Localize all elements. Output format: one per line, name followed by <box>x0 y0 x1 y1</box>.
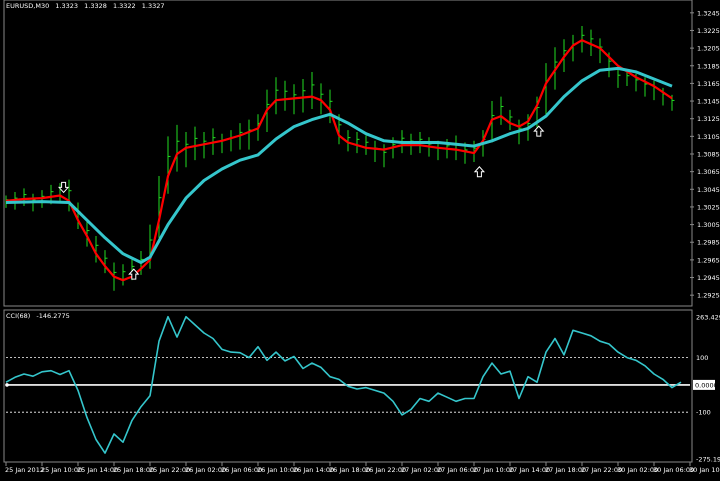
price-axis-label: 1.3045 <box>697 186 720 194</box>
cci-axis-label: 263.429 <box>696 314 720 322</box>
time-axis-label: 25 Jan 2012 <box>5 466 44 474</box>
cci-axis-label: -275.197 <box>696 456 720 464</box>
time-axis-label: 27 Jan 14:00 <box>509 466 550 474</box>
trading-chart: 1.3245 1.3225 1.3205 1.3185 1.3165 1.3145 1.31… <box>0 0 720 477</box>
price-axis-label: 1.3085 <box>697 151 720 159</box>
time-axis-label: 27 Jan 10:00 <box>473 466 514 474</box>
price-axis-label: 1.3025 <box>697 203 720 211</box>
quote-close: 1.3327 <box>141 2 165 10</box>
time-axis-label: 25 Jan 22:00 <box>149 466 190 474</box>
time-axis-label: 27 Jan 06:00 <box>437 466 478 474</box>
time-axis-label: 25 Jan 10:00 <box>41 466 82 474</box>
price-axis-label: 1.2925 <box>697 292 720 300</box>
quote-open: 1.3323 <box>55 2 79 10</box>
cci-indicator-label: CCI(68) <box>6 312 31 320</box>
price-axis-label: 1.2965 <box>697 256 720 264</box>
time-axis-label: 26 Jan 02:00 <box>185 466 226 474</box>
time-axis-label: 27 Jan 22:00 <box>581 466 622 474</box>
signal-arrow-up-icon <box>533 125 545 137</box>
signal-arrow-up-icon <box>473 166 486 178</box>
price-axis-label: 1.3185 <box>697 62 720 70</box>
time-axis-label: 26 Jan 22:00 <box>365 466 406 474</box>
cci-axis-label: -100 <box>696 409 711 417</box>
time-axis-label: 30 Jan 06:00 <box>653 466 694 474</box>
cci-indicator-value: -146.2775 <box>36 312 70 320</box>
price-axis-label: 1.3165 <box>697 80 720 88</box>
time-axis-label: 30 Jan 02:00 <box>617 466 658 474</box>
price-axis-label: 1.3105 <box>697 133 720 141</box>
symbol-label: EURUSD,M30 <box>6 2 50 10</box>
price-axis-label: 1.3205 <box>697 45 720 53</box>
price-axis-label: 1.3065 <box>697 168 720 176</box>
time-axis-label: 27 Jan 18:00 <box>545 466 586 474</box>
price-axis-label: 1.3005 <box>697 221 720 229</box>
cci-zero-marker <box>5 383 9 387</box>
time-axis-label: 30 Jan 10:00 <box>689 466 720 474</box>
time-axis-label: 25 Jan 14:00 <box>77 466 118 474</box>
price-axis-label: 1.3145 <box>697 98 720 106</box>
time-axis-label: 26 Jan 10:00 <box>257 466 298 474</box>
price-axis-label: 1.2945 <box>697 274 720 282</box>
quote-low: 1.3322 <box>112 2 136 10</box>
price-axis-label: 1.2985 <box>697 239 720 247</box>
price-panel-frame <box>3 0 693 307</box>
price-axis-label: 1.3245 <box>697 9 720 17</box>
time-axis-label: 27 Jan 02:00 <box>401 466 442 474</box>
chart-canvas: 1.3245 1.3225 1.3205 1.3185 1.3165 1.3145 1.31… <box>3 0 720 474</box>
time-axis-label: 26 Jan 18:00 <box>329 466 370 474</box>
price-axis-label: 1.3225 <box>697 27 720 35</box>
moving-average-line-2 <box>5 66 673 264</box>
cci-axis-label: 100 <box>696 354 708 362</box>
time-axis-label: 25 Jan 18:00 <box>113 466 154 474</box>
cci-panel-title: CCI(68) -146.2775 <box>6 312 74 320</box>
price-axis-label: 1.3125 <box>697 115 720 123</box>
quote-high: 1.3328 <box>84 2 107 10</box>
price-panel-title: EURUSD,M30 1.3323 1.3328 1.3322 1.3327 <box>6 2 169 10</box>
cci-axis-label-current: 0.0000 <box>695 381 718 389</box>
time-axis-label: 26 Jan 06:00 <box>221 466 262 474</box>
time-axis-label: 26 Jan 14:00 <box>293 466 334 474</box>
moving-average-line-1 <box>5 39 673 282</box>
